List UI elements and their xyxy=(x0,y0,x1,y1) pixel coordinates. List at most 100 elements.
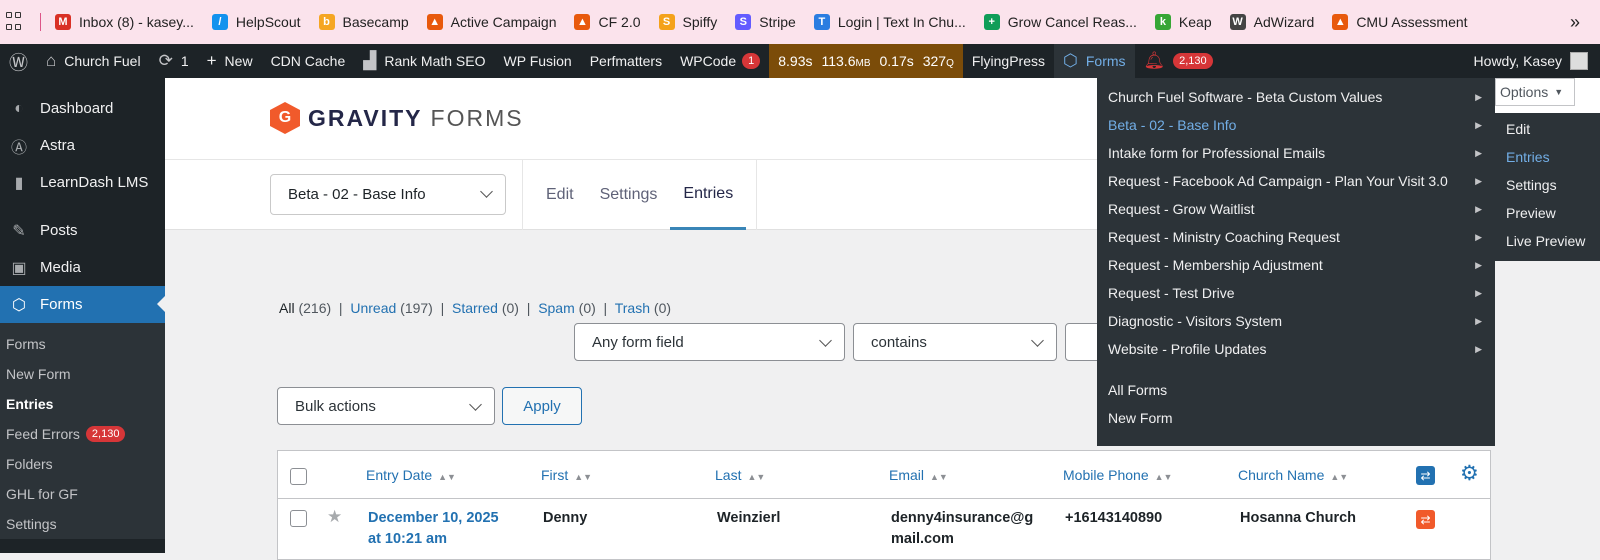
wpcode-link[interactable]: WPCode 1 xyxy=(671,44,769,78)
submenu-new-form[interactable]: New Form xyxy=(0,359,165,389)
bookmark-item[interactable]: S Spiffy xyxy=(658,14,717,30)
bookmark-item[interactable]: / HelpScout xyxy=(211,14,301,30)
forms-menu-item[interactable]: Request - Grow Waitlist ▶ xyxy=(1097,195,1495,223)
bookmark-item[interactable]: k Keap xyxy=(1154,14,1212,30)
new-label: New xyxy=(224,53,253,69)
feed-errors-badge: 2,130 xyxy=(85,426,126,442)
search-field-select[interactable]: Any form field xyxy=(574,323,845,361)
sidebar-item-media[interactable]: ▣ Media xyxy=(0,249,165,286)
gravity-forms-logo-icon: G xyxy=(270,102,300,134)
submenu-edit[interactable]: Edit xyxy=(1495,115,1600,143)
bookmark-item[interactable]: S Stripe xyxy=(735,14,796,30)
col-entry-date[interactable]: Entry Date ▲▼ xyxy=(366,467,456,483)
submenu-settings[interactable]: Settings xyxy=(0,509,165,539)
wordpress-logo[interactable]: Ⓦ xyxy=(0,44,37,78)
col-label: Mobile Phone xyxy=(1063,467,1149,483)
bookmarks-overflow-icon[interactable]: » xyxy=(1570,12,1580,33)
query-monitor-stats[interactable]: 8.93s 113.6MB 0.17s 327Q xyxy=(769,44,963,78)
sidebar-item-astra[interactable]: Ⓐ Astra xyxy=(0,127,165,164)
select-all-checkbox[interactable] xyxy=(290,468,307,485)
updates-link[interactable]: ⟳ 1 xyxy=(150,44,198,78)
filter-all[interactable]: All xyxy=(279,300,295,316)
forms-menu-item-label: Request - Grow Waitlist xyxy=(1108,201,1255,217)
sidebar-item-learndash[interactable]: ▮ LearnDash LMS xyxy=(0,164,165,201)
sidebar-item-label: Dashboard xyxy=(40,100,114,117)
email-line1: denny4insurance@g xyxy=(891,510,1034,526)
bookmark-item[interactable]: T Login | Text In Chu... xyxy=(813,14,966,30)
bookmark-label: CF 2.0 xyxy=(598,14,641,30)
filter-trash[interactable]: Trash xyxy=(615,300,650,316)
bookmark-item[interactable]: ▲ Active Campaign xyxy=(426,14,556,30)
sidebar-item-label: Forms xyxy=(40,296,83,313)
col-last[interactable]: Last ▲▼ xyxy=(715,467,765,483)
apps-grid-icon[interactable] xyxy=(6,12,26,32)
filter-starred[interactable]: Starred xyxy=(452,300,498,316)
menu-new-form[interactable]: New Form xyxy=(1097,404,1495,432)
gear-icon[interactable]: ⚙ xyxy=(1460,461,1479,486)
chevron-down-icon xyxy=(819,334,832,347)
forms-menu-item[interactable]: Website - Profile Updates ▶ xyxy=(1097,335,1495,363)
cell-church: Hosanna Church xyxy=(1240,510,1357,526)
row-checkbox[interactable] xyxy=(290,510,307,527)
column-select-icon[interactable]: ⇄ xyxy=(1416,466,1435,485)
col-first[interactable]: First ▲▼ xyxy=(541,467,592,483)
bookmark-item[interactable]: W AdWizard xyxy=(1229,14,1314,30)
submenu-settings-link[interactable]: Settings xyxy=(1495,171,1600,199)
col-church-name[interactable]: Church Name ▲▼ xyxy=(1238,467,1348,483)
sync-icon[interactable]: ⇄ xyxy=(1416,510,1435,529)
tab-entries[interactable]: Entries xyxy=(670,160,747,230)
submenu-ghl[interactable]: GHL for GF xyxy=(0,479,165,509)
header-divider xyxy=(278,498,1490,499)
submenu-folders[interactable]: Folders xyxy=(0,449,165,479)
sidebar-item-dashboard[interactable]: ◐ Dashboard xyxy=(0,90,165,127)
memory-value: 113.6 xyxy=(821,53,856,69)
sidebar-item-forms[interactable]: ⬡ Forms xyxy=(0,286,165,323)
bookmark-item[interactable]: ▲ CMU Assessment xyxy=(1332,14,1468,30)
filter-unread[interactable]: Unread xyxy=(350,300,396,316)
bulk-actions-select[interactable]: Bulk actions xyxy=(277,387,495,425)
submenu-preview[interactable]: Preview xyxy=(1495,199,1600,227)
entry-date-link[interactable]: December 10, 2025 at 10:21 am xyxy=(368,508,499,550)
submenu-live-preview[interactable]: Live Preview xyxy=(1495,227,1600,255)
screen-options-button[interactable]: Options ▼ xyxy=(1495,78,1575,106)
submenu-forms[interactable]: Forms xyxy=(0,329,165,359)
col-email[interactable]: Email ▲▼ xyxy=(889,467,948,483)
sidebar-item-posts[interactable]: ✎ Posts xyxy=(0,212,165,249)
tab-edit[interactable]: Edit xyxy=(533,160,587,230)
forms-menu-item[interactable]: Beta - 02 - Base Info ▶ xyxy=(1097,111,1495,139)
col-mobile-phone[interactable]: Mobile Phone ▲▼ xyxy=(1063,467,1172,483)
account-menu[interactable]: Howdy, Kasey xyxy=(1465,44,1600,78)
forms-menu-item[interactable]: Request - Test Drive ▶ xyxy=(1097,279,1495,307)
bookmark-item[interactable]: b Basecamp xyxy=(318,14,409,30)
cdn-cache-link[interactable]: CDN Cache xyxy=(262,44,355,78)
apply-button[interactable]: Apply xyxy=(502,387,582,425)
star-icon[interactable]: ★ xyxy=(327,507,342,527)
forms-menu-item[interactable]: Intake form for Professional Emails ▶ xyxy=(1097,139,1495,167)
submenu-entries[interactable]: Entries xyxy=(0,389,165,419)
bookmark-item[interactable]: M Inbox (8) - kasey... xyxy=(55,14,194,30)
menu-all-forms[interactable]: All Forms xyxy=(1097,376,1495,404)
tab-settings[interactable]: Settings xyxy=(587,160,671,230)
forms-menu-link[interactable]: ⬡ Forms xyxy=(1054,44,1135,78)
site-name-link[interactable]: ⌂ Church Fuel xyxy=(37,44,150,78)
notifications-link[interactable]: 🔔︎ 2,130 xyxy=(1135,44,1222,78)
forms-menu-item[interactable]: Diagnostic - Visitors System ▶ xyxy=(1097,307,1495,335)
submenu-entries-link[interactable]: Entries xyxy=(1495,143,1600,171)
bookmark-item[interactable]: + Grow Cancel Reas... xyxy=(983,14,1137,30)
new-content-link[interactable]: + New xyxy=(198,44,262,78)
forms-menu-item[interactable]: Request - Membership Adjustment ▶ xyxy=(1097,251,1495,279)
perfmatters-link[interactable]: Perfmatters xyxy=(581,44,671,78)
rank-math-link[interactable]: ▟ Rank Math SEO xyxy=(354,44,494,78)
bookmark-item[interactable]: ▲ CF 2.0 xyxy=(574,14,641,30)
filter-spam[interactable]: Spam xyxy=(538,300,575,316)
search-operator-select[interactable]: contains xyxy=(853,323,1057,361)
astra-icon: Ⓐ xyxy=(10,139,27,157)
submenu-feed-errors[interactable]: Feed Errors 2,130 xyxy=(0,419,165,449)
forms-menu-item[interactable]: Request - Facebook Ad Campaign - Plan Yo… xyxy=(1097,167,1495,195)
bookmark-label: HelpScout xyxy=(235,14,301,30)
form-switcher[interactable]: Beta - 02 - Base Info xyxy=(270,174,506,215)
forms-menu-item[interactable]: Church Fuel Software - Beta Custom Value… xyxy=(1097,83,1495,111)
flyingpress-link[interactable]: FlyingPress xyxy=(963,44,1054,78)
forms-menu-item[interactable]: Request - Ministry Coaching Request ▶ xyxy=(1097,223,1495,251)
wp-fusion-link[interactable]: WP Fusion xyxy=(495,44,581,78)
